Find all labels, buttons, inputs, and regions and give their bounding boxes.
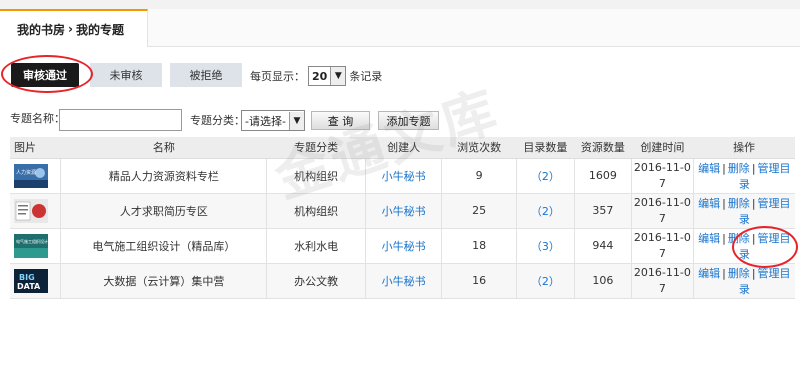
per-page-select[interactable]: 20 ▼ — [308, 66, 347, 86]
topic-name: 电气施工组织设计（精品库） — [60, 228, 267, 264]
topic-category: 水利水电 — [266, 228, 366, 264]
date-line2: 7 — [658, 211, 666, 225]
header-dirs: 目录数量 — [516, 137, 575, 159]
search-button[interactable]: 查 询 — [311, 111, 370, 130]
table-row: BIG DATA 大数据（云计算）集中营 办公文教 小牛秘书 16 （2） 10… — [10, 263, 795, 299]
name-label: 专题名称： — [10, 112, 65, 125]
date-line1: 2016-11-0 — [633, 230, 691, 244]
thumbnail-image[interactable]: BIG DATA — [14, 268, 48, 293]
thumbnail-cell: 人力资源 — [10, 158, 61, 194]
table-row: 人力资源 精品人力资源资料专栏 机构组织 小牛秘书 9 （2） 1609 201… — [10, 158, 795, 194]
date-line1: 2016-11-0 — [633, 265, 691, 279]
header-date: 创建时间 — [631, 137, 694, 159]
dir-count-link[interactable]: （2） — [516, 193, 575, 229]
tab-approved[interactable]: 审核通过 — [11, 63, 79, 87]
thumbnail-image[interactable]: 电气施工组织设计 — [14, 233, 48, 258]
resource-count: 944 — [573, 228, 632, 264]
date-line2: 7 — [658, 176, 666, 190]
created-date: 2016-11-0 7 — [631, 193, 694, 229]
edit-link[interactable]: 编辑 — [698, 232, 720, 245]
view-count: 25 — [441, 193, 517, 229]
chevron-down-icon: ▼ — [330, 67, 346, 85]
delete-link[interactable]: 删除 — [728, 162, 750, 175]
breadcrumb-mytopics: 我的专题 — [75, 22, 124, 37]
thumbnail-cell — [10, 193, 61, 229]
thumbnail-image[interactable]: 人力资源 — [14, 163, 48, 188]
date-line2: 7 — [658, 246, 666, 260]
header-image: 图片 — [10, 137, 61, 159]
actions-cell: 编辑 | 删除 | 管理目录 — [692, 263, 795, 299]
dir-count-link[interactable]: （3） — [516, 228, 575, 264]
view-count: 9 — [441, 158, 517, 194]
header-category: 专题分类 — [266, 137, 366, 159]
topic-name-input[interactable] — [59, 109, 182, 131]
topic-category: 机构组织 — [266, 193, 366, 229]
table-row: 人才求职简历专区 机构组织 小牛秘书 25 （2） 357 2016-11-0 7… — [10, 193, 795, 229]
dir-count-link[interactable]: （2） — [516, 263, 575, 299]
delete-link[interactable]: 删除 — [728, 232, 750, 245]
creator-link[interactable]: 小牛秘书 — [364, 228, 442, 264]
tab-rejected[interactable]: 被拒绝 — [170, 63, 242, 87]
topic-name: 大数据（云计算）集中营 — [60, 263, 267, 299]
topic-category: 机构组织 — [266, 158, 366, 194]
topic-category: 办公文教 — [266, 263, 366, 299]
category-value: -请选择- — [245, 114, 286, 128]
header-views: 浏览次数 — [441, 137, 517, 159]
resource-count: 357 — [573, 193, 632, 229]
actions-cell: 编辑 | 删除 | 管理目录 — [692, 193, 795, 229]
per-page-suffix: 条记录 — [349, 70, 383, 83]
date-line1: 2016-11-0 — [633, 160, 691, 174]
resource-count: 1609 — [573, 158, 632, 194]
breadcrumb: 我的书房 › 我的专题 — [0, 9, 148, 47]
creator-link[interactable]: 小牛秘书 — [364, 158, 442, 194]
actions-cell: 编辑 | 删除 | 管理目录 — [692, 228, 795, 264]
thumb-text-data: DATA — [17, 282, 41, 291]
topic-name: 人才求职简历专区 — [60, 193, 267, 229]
topics-table: 图片 名称 专题分类 创建人 浏览次数 目录数量 资源数量 创建时间 操作 人力… — [10, 137, 795, 299]
view-count: 16 — [441, 263, 517, 299]
tab-pending[interactable]: 未审核 — [90, 63, 162, 87]
thumb-text: 人力资源 — [16, 169, 36, 176]
top-strip — [0, 0, 800, 9]
delete-link[interactable]: 删除 — [728, 267, 750, 280]
per-page-prefix: 每页显示： — [250, 70, 305, 83]
edit-link[interactable]: 编辑 — [698, 267, 720, 280]
edit-link[interactable]: 编辑 — [698, 162, 720, 175]
thumb-text: 电气施工组织设计 — [16, 238, 48, 244]
chevron-down-icon: ▼ — [288, 111, 304, 130]
header-name: 名称 — [60, 137, 267, 159]
actions-cell: 编辑 | 删除 | 管理目录 — [692, 158, 795, 194]
table-header-row: 图片 名称 专题分类 创建人 浏览次数 目录数量 资源数量 创建时间 操作 — [10, 137, 795, 159]
creator-link[interactable]: 小牛秘书 — [364, 263, 442, 299]
thumbnail-cell: 电气施工组织设计 — [10, 228, 61, 264]
created-date: 2016-11-0 7 — [631, 228, 694, 264]
view-count: 18 — [441, 228, 517, 264]
per-page-value: 20 — [312, 69, 328, 83]
breadcrumb-bar: 我的书房 › 我的专题 — [0, 9, 800, 47]
created-date: 2016-11-0 7 — [631, 158, 694, 194]
category-label: 专题分类： — [190, 114, 245, 127]
edit-link[interactable]: 编辑 — [698, 197, 720, 210]
thumbnail-cell: BIG DATA — [10, 263, 61, 299]
header-actions: 操作 — [693, 137, 795, 159]
breadcrumb-separator: › — [68, 22, 73, 36]
created-date: 2016-11-0 7 — [631, 263, 694, 299]
creator-link[interactable]: 小牛秘书 — [364, 193, 442, 229]
category-select[interactable]: -请选择- ▼ — [241, 110, 305, 131]
resource-count: 106 — [573, 263, 632, 299]
filter-bar: 专题名称： — [10, 110, 65, 126]
thumb-text-big: BIG — [19, 273, 35, 282]
date-line1: 2016-11-0 — [633, 195, 691, 209]
topic-name: 精品人力资源资料专栏 — [60, 158, 267, 194]
thumbnail-image[interactable] — [14, 198, 48, 223]
dir-count-link[interactable]: （2） — [516, 158, 575, 194]
header-creator: 创建人 — [365, 137, 442, 159]
add-topic-button[interactable]: 添加专题 — [378, 111, 439, 130]
per-page-control: 每页显示： 20 ▼ 条记录 — [250, 66, 382, 86]
date-line2: 7 — [658, 281, 666, 295]
breadcrumb-mybooks[interactable]: 我的书房 — [17, 21, 65, 38]
delete-link[interactable]: 删除 — [728, 197, 750, 210]
header-resources: 资源数量 — [574, 137, 632, 159]
table-row: 电气施工组织设计 电气施工组织设计（精品库） 水利水电 小牛秘书 18 （3） … — [10, 228, 795, 264]
